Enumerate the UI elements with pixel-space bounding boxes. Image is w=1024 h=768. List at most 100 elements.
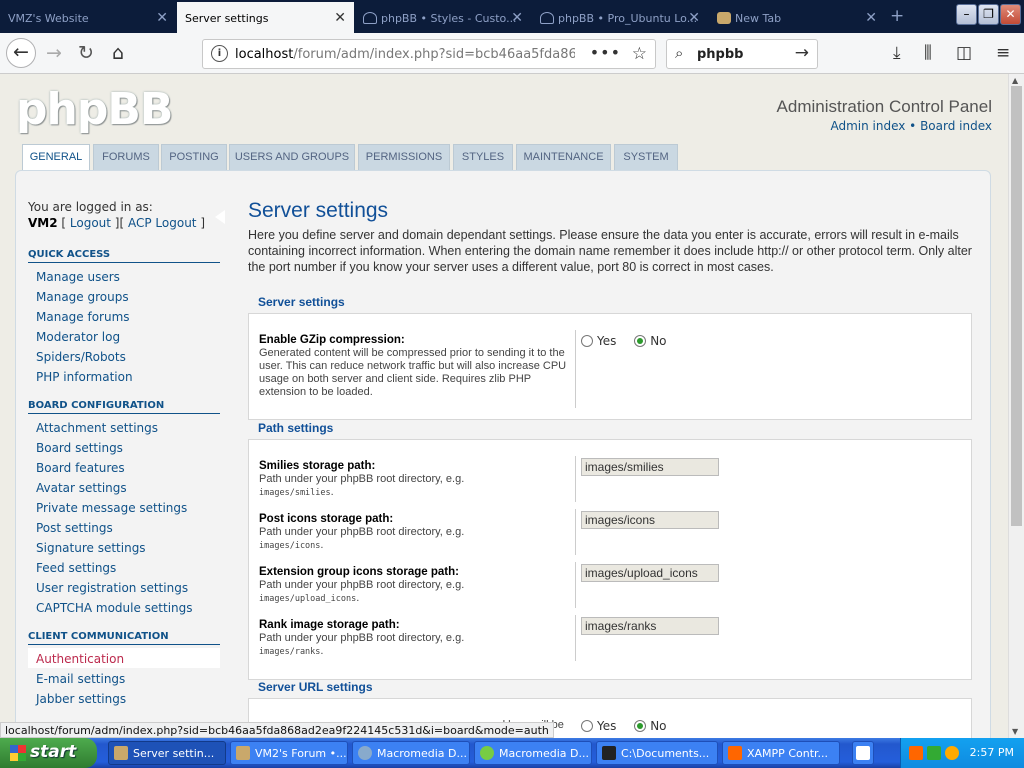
tab-users-and-groups[interactable]: USERS AND GROUPS — [229, 144, 355, 170]
bookmark-star-icon[interactable]: ☆ — [632, 44, 647, 64]
home-icon[interactable]: ⌂ — [104, 40, 132, 68]
tab-maintenance[interactable]: MAINTENANCE — [516, 144, 611, 170]
sidebar-item-user-registration-settings[interactable]: User registration settings — [28, 577, 220, 597]
url-bar[interactable]: i localhost/forum/adm/index.php?sid=bcb4… — [202, 39, 656, 69]
search-box[interactable]: ⌕ phpbb → — [666, 39, 818, 69]
windows-taskbar: start Server settin... VM2's Forum •... … — [0, 738, 1024, 768]
search-text[interactable]: phpbb — [697, 47, 743, 62]
tab-title: phpBB • Styles - Custo... — [381, 12, 517, 25]
tab-title: Server settings — [185, 12, 269, 25]
tab-permissions[interactable]: PERMISSIONS — [358, 144, 450, 170]
sidebar-item-spiders-robots[interactable]: Spiders/Robots — [28, 346, 220, 366]
new-tab-button[interactable]: + — [890, 6, 904, 26]
minimize-button[interactable]: – — [956, 4, 977, 25]
sidebar-item-feed-settings[interactable]: Feed settings — [28, 557, 220, 577]
gzip-yes-radio[interactable] — [581, 335, 593, 347]
sidebar-item-signature-settings[interactable]: Signature settings — [28, 537, 220, 557]
gzip-yes-label[interactable]: Yes — [597, 334, 616, 348]
browser-tab-phpbb-ubuntu[interactable]: phpBB • Pro_Ubuntu Lo... ✕ — [532, 4, 708, 31]
gzip-radio-group: Yes No — [581, 334, 681, 348]
sidebar-item-authentication[interactable]: Authentication — [28, 648, 220, 668]
sidebar-item-php-information[interactable]: PHP information — [28, 366, 220, 386]
taskbar-item-server-settings[interactable]: Server settin... — [108, 741, 226, 765]
tab-close-icon[interactable]: ✕ — [865, 10, 877, 26]
taskbar-help-item[interactable] — [852, 741, 874, 765]
collapse-sidebar-icon[interactable] — [215, 210, 225, 224]
tab-forums[interactable]: FORUMS — [93, 144, 159, 170]
taskbar-item-documents[interactable]: C:\Documents... — [596, 741, 718, 765]
browser-tab-vmz-website[interactable]: VMZ's Website ✕ — [0, 4, 176, 31]
server-url-no-label[interactable]: No — [650, 719, 666, 733]
taskbar-item-macromedia-2[interactable]: Macromedia D... — [474, 741, 592, 765]
start-button[interactable]: start — [0, 738, 97, 768]
taskbar-item-macromedia-1[interactable]: Macromedia D... — [352, 741, 470, 765]
taskbar-item-xampp[interactable]: XAMPP Contr... — [722, 741, 840, 765]
go-arrow-icon[interactable]: → — [795, 43, 809, 63]
xampp-tray-icon[interactable] — [909, 746, 923, 760]
gzip-no-label[interactable]: No — [650, 334, 666, 348]
forward-icon[interactable]: → — [40, 40, 68, 68]
sidebar-item-board-settings[interactable]: Board settings — [28, 437, 220, 457]
sidebar-item-jabber-settings[interactable]: Jabber settings — [28, 688, 220, 708]
sidebar-item-private-message-settings[interactable]: Private message settings — [28, 497, 220, 517]
reload-icon[interactable]: ↻ — [72, 40, 100, 68]
sidebar-item-board-features[interactable]: Board features — [28, 457, 220, 477]
tab-styles[interactable]: STYLES — [453, 144, 513, 170]
server-url-yes-radio[interactable] — [581, 720, 593, 732]
task-label: Macromedia D... — [377, 747, 468, 760]
acp-logout-link[interactable]: ACP Logout — [128, 216, 197, 230]
page-actions-icon[interactable]: ••• — [590, 43, 621, 62]
tab-close-icon[interactable]: ✕ — [334, 10, 346, 26]
tab-general[interactable]: GENERAL — [22, 144, 90, 171]
page-intro: Here you define server and domain depend… — [248, 228, 972, 274]
admin-index-link[interactable]: Admin index — [830, 119, 905, 133]
extension-icons-path-input[interactable] — [581, 564, 719, 582]
tab-system[interactable]: SYSTEM — [614, 144, 678, 170]
taskbar-item-vm2-forum[interactable]: VM2's Forum •... — [230, 741, 348, 765]
rank-image-path-input[interactable] — [581, 617, 719, 635]
tab-close-icon[interactable]: ✕ — [156, 10, 168, 26]
server-url-no-radio[interactable] — [634, 720, 647, 732]
gzip-help: Generated content will be compressed pri… — [259, 347, 567, 398]
sidebar-item-captcha-module-settings[interactable]: CAPTCHA module settings — [28, 597, 220, 617]
sidebar-item-manage-groups[interactable]: Manage groups — [28, 286, 220, 306]
page-scrollbar[interactable]: ▲ ▼ — [1008, 74, 1024, 738]
download-icon[interactable]: ⤓ — [893, 43, 901, 63]
close-window-button[interactable]: ✕ — [1000, 4, 1021, 25]
tab-close-icon[interactable]: ✕ — [511, 10, 523, 26]
logout-link[interactable]: Logout — [70, 216, 111, 230]
browser-tab-new-tab[interactable]: New Tab ✕ — [709, 4, 885, 31]
sidebar-item-moderator-log[interactable]: Moderator log — [28, 326, 220, 346]
browser-tab-server-settings[interactable]: Server settings ✕ — [177, 2, 354, 33]
server-url-yes-label[interactable]: Yes — [597, 719, 616, 733]
sidebar-item-avatar-settings[interactable]: Avatar settings — [28, 477, 220, 497]
sidebar-icon[interactable]: ◫ — [956, 43, 972, 63]
smilies-path-input[interactable] — [581, 458, 719, 476]
tab-close-icon[interactable]: ✕ — [688, 10, 700, 26]
sidebar-item-manage-users[interactable]: Manage users — [28, 266, 220, 286]
dreamweaver-icon — [358, 746, 372, 760]
gzip-no-radio[interactable] — [634, 335, 647, 347]
sidebar-item-attachment-settings[interactable]: Attachment settings — [28, 417, 220, 437]
acp-sidebar: You are logged in as: VM2 [ Logout ][ AC… — [28, 199, 225, 708]
sidebar-item-email-settings[interactable]: E-mail settings — [28, 668, 220, 688]
scroll-up-icon[interactable]: ▲ — [1012, 76, 1018, 85]
sidebar-item-manage-forums[interactable]: Manage forums — [28, 306, 220, 326]
phpbb-logo[interactable]: phpBB — [16, 84, 173, 135]
tab-posting[interactable]: POSTING — [161, 144, 227, 170]
scroll-down-icon[interactable]: ▼ — [1012, 727, 1018, 736]
post-icons-path-input[interactable] — [581, 511, 719, 529]
scrollbar-thumb[interactable] — [1011, 86, 1022, 526]
search-tray-icon[interactable] — [945, 746, 959, 760]
library-icon[interactable]: ⫼ — [924, 43, 932, 63]
browser-tab-phpbb-styles[interactable]: phpBB • Styles - Custo... ✕ — [355, 4, 531, 31]
board-index-link[interactable]: Board index — [920, 119, 992, 133]
url-text[interactable]: localhost/forum/adm/index.php?sid=bcb46a… — [235, 47, 575, 62]
network-tray-icon[interactable] — [927, 746, 941, 760]
info-icon[interactable]: i — [211, 45, 228, 62]
users-icon — [363, 12, 377, 24]
restore-button[interactable]: ❐ — [978, 4, 999, 25]
menu-icon[interactable]: ≡ — [996, 43, 1010, 63]
back-icon[interactable]: ← — [6, 38, 36, 68]
sidebar-item-post-settings[interactable]: Post settings — [28, 517, 220, 537]
